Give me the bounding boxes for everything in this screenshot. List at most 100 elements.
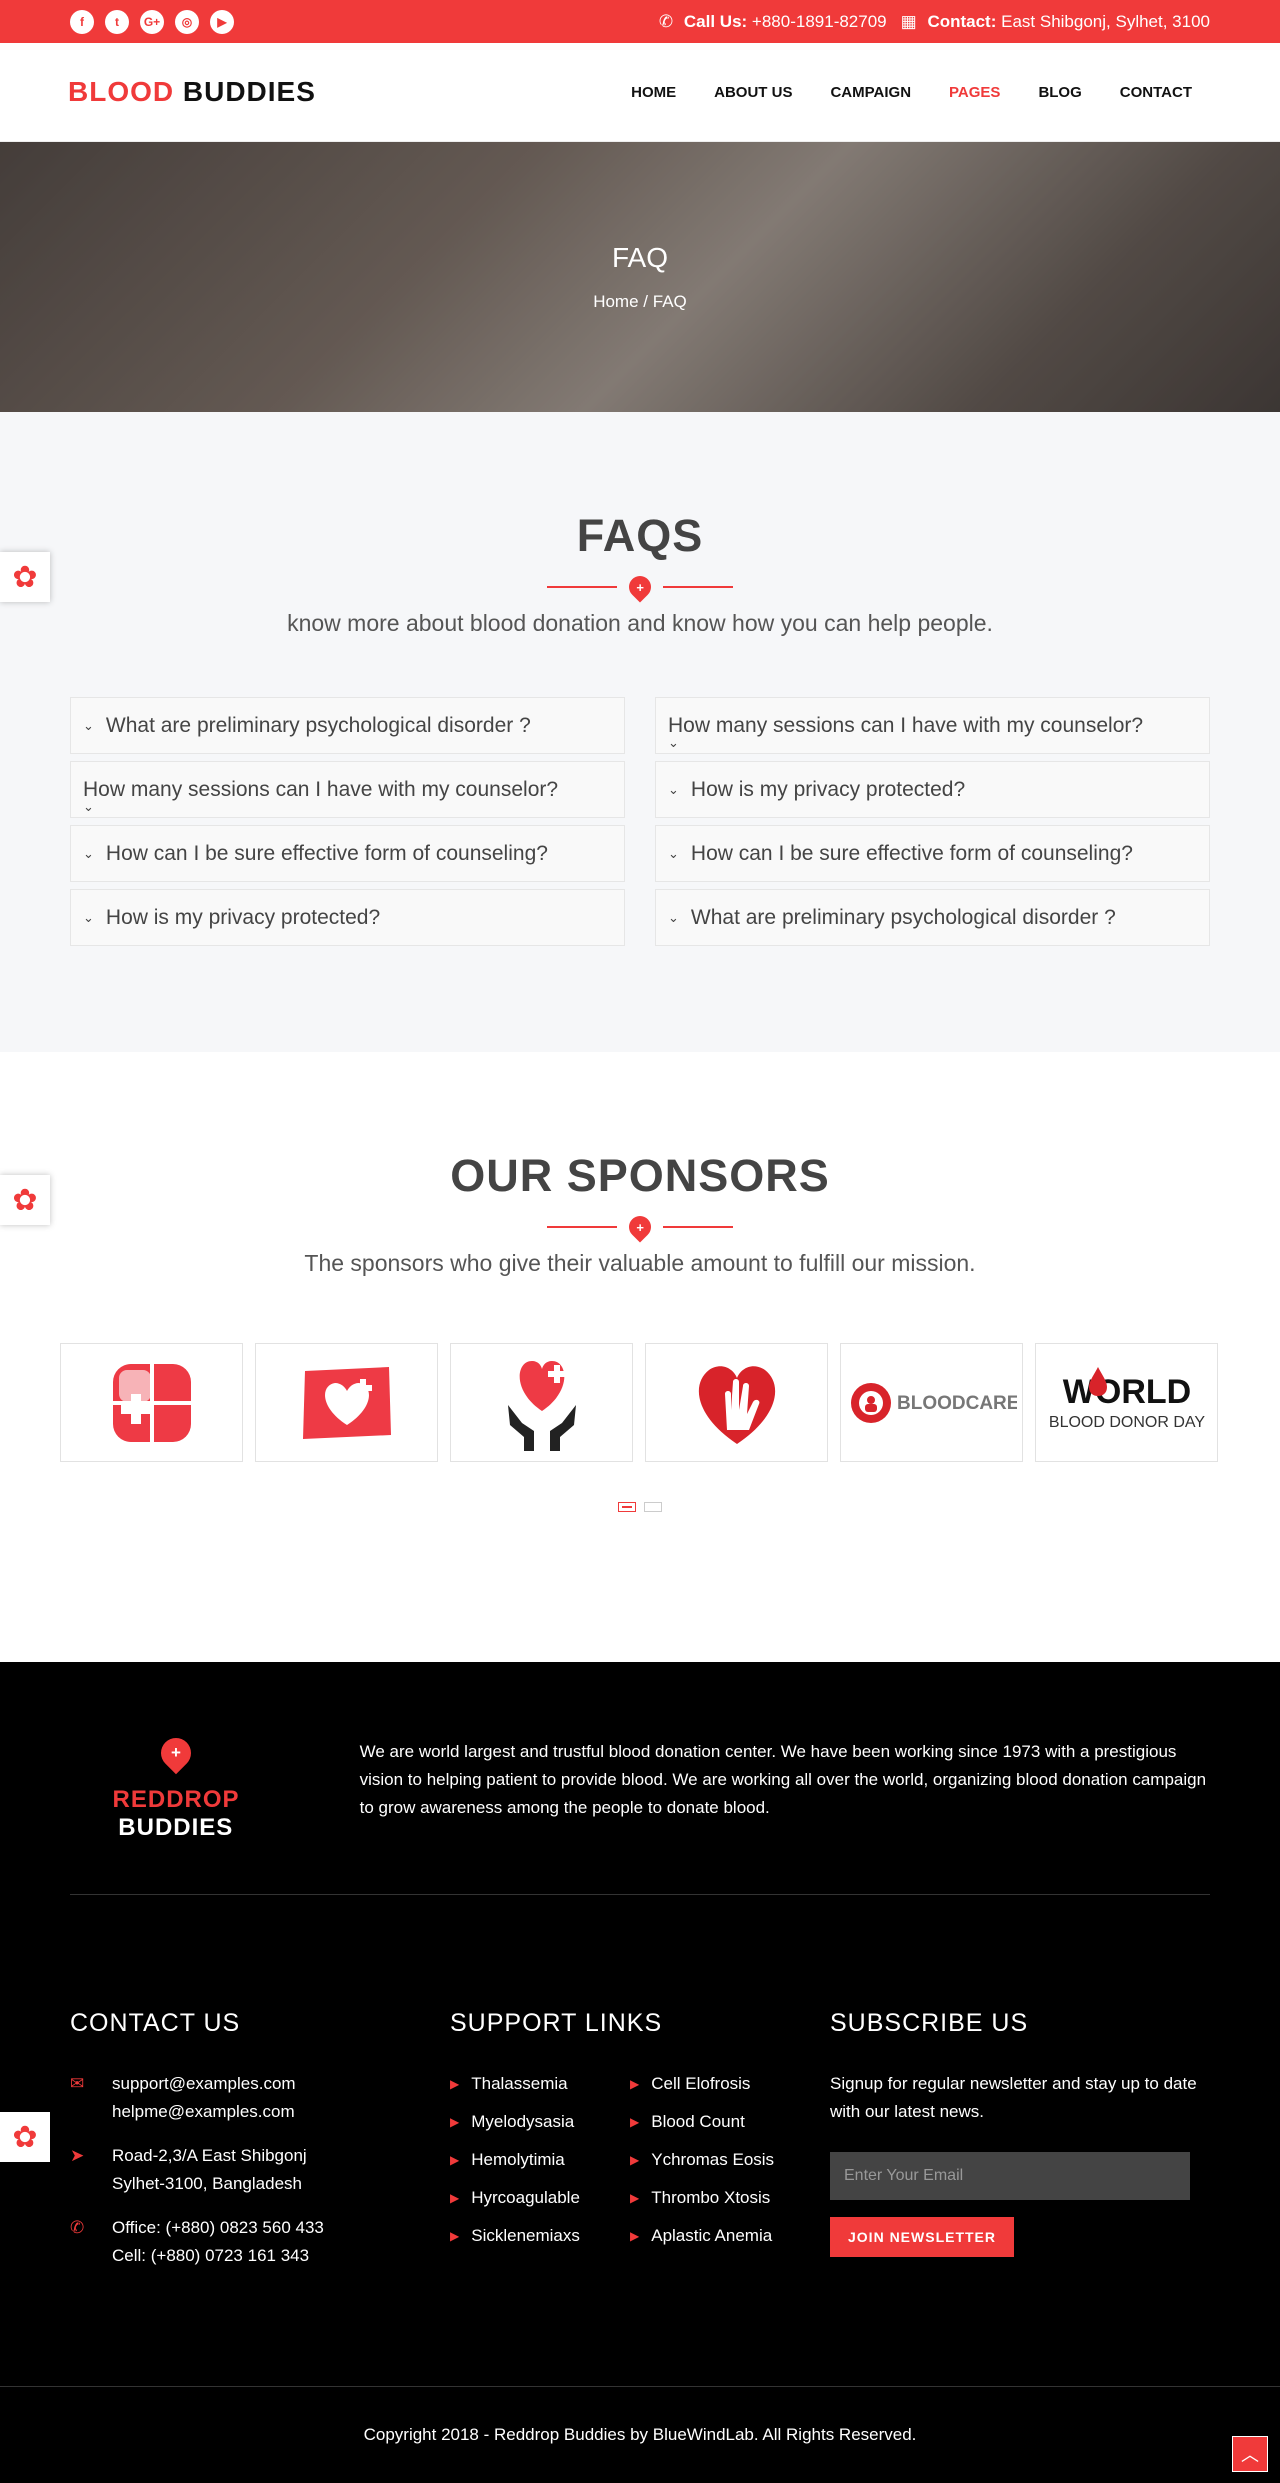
caret-right-icon: ▶ [630,2153,640,2167]
nav-campaign[interactable]: CAMPAIGN [830,84,911,101]
top-bar: f t G+ ◎ ▶ ✆ Call Us: +880-1891-82709 ▦ … [0,0,1280,43]
sponsor-logo-heart-hand[interactable] [645,1343,828,1462]
faq-question: What are preliminary psychological disor… [690,905,1116,929]
footer-subscribe-column: SUBSCRIBE US Signup for regular newslett… [830,2009,1210,2286]
footer-logo[interactable]: + REDDROP BUDDIES [70,1731,282,1842]
scroll-to-top-button[interactable]: ︿ [1232,2436,1268,2472]
support-link[interactable]: ▶ Sicklenemiaxs [450,2222,630,2250]
blood-drop-icon: + [624,1211,656,1243]
join-newsletter-button[interactable]: JOIN NEWSLETTER [830,2217,1015,2257]
support-link[interactable]: ▶ Hemolytimia [450,2146,630,2174]
site-header: BLOOD BUDDIES HOME ABOUT US CAMPAIGN PAG… [0,43,1280,142]
chevron-down-icon: ⌄ [83,799,94,814]
caret-right-icon: ▶ [450,2115,460,2129]
footer-logo-text-red: REDDROP [112,1786,240,1813]
building-icon: ▦ [900,11,917,31]
facebook-icon[interactable]: f [70,9,94,34]
faq-title: FAQS [576,510,704,561]
nav-blog[interactable]: BLOG [1038,84,1081,101]
faq-item[interactable]: ⌄ How can I be sure effective form of co… [70,825,625,882]
faq-column-left: ⌄ What are preliminary psychological dis… [70,697,625,946]
copyright-text: Copyright 2018 - Reddrop Buddies by Blue… [363,2425,917,2444]
support-link[interactable]: ▶ Thrombo Xtosis [630,2184,810,2212]
flower-icon: ✿ [12,2120,38,2154]
contact-value: East Shibgonj, Sylhet, 3100 [1001,11,1210,31]
faq-question: How can I be sure effective form of coun… [690,841,1133,865]
sponsors-title: OUR SPONSORS [450,1150,830,1201]
caret-right-icon: ▶ [450,2153,460,2167]
carousel-dot[interactable] [644,1502,662,1512]
support-link[interactable]: ▶ Cell Elofrosis [630,2070,810,2098]
chevron-down-icon: ⌄ [668,735,679,750]
world-text: WORLD [1062,1373,1190,1411]
faq-question: How many sessions can I have with my cou… [83,777,559,801]
faq-question: How many sessions can I have with my cou… [668,713,1144,737]
chevron-down-icon: ⌄ [83,717,94,733]
nav-pages[interactable]: PAGES [949,84,1000,101]
support-link[interactable]: ▶ Hyrcoagulable [450,2184,630,2212]
chevron-down-icon: ⌄ [668,845,679,861]
email-line[interactable]: helpme@examples.com [112,2098,296,2126]
call-value: +880-1891-82709 [751,11,887,31]
faq-item[interactable]: ⌄ How can I be sure effective form of co… [655,825,1210,882]
address-line: Road-2,3/A East Shibgonj [112,2146,307,2165]
footer-about-text: We are world largest and trustful blood … [359,1742,1207,1817]
faq-item[interactable]: ⌄ How is my privacy protected? [70,889,625,946]
faq-item[interactable]: ⌄ What are preliminary psychological dis… [70,697,625,754]
support-link[interactable]: ▶ Ychromas Eosis [630,2146,810,2174]
page-title: FAQ [611,242,668,273]
breadcrumb-home[interactable]: Home [593,292,638,311]
side-settings-widget[interactable]: ✿ [0,552,50,602]
sponsor-carousel: BLOODCARE WORLD BLOOD DONOR DAY [60,1343,1220,1462]
twitter-icon[interactable]: t [105,9,129,34]
faq-item[interactable]: How many sessions can I have with my cou… [70,761,625,818]
sponsors-subtitle: The sponsors who give their valuable amo… [304,1250,976,1276]
caret-right-icon: ▶ [630,2115,640,2129]
instagram-icon[interactable]: ◎ [175,9,199,34]
faq-item[interactable]: ⌄ How is my privacy protected? [655,761,1210,818]
call-label: Call Us: [683,11,748,31]
support-links-list: ▶ Thalassemia ▶ Cell Elofrosis ▶ Myelodysas… [450,2070,830,2250]
site-logo[interactable]: BLOOD BUDDIES [68,76,316,108]
carousel-dot-active[interactable] [618,1502,636,1512]
donor-day-text: BLOOD DONOR DAY [1048,1414,1205,1431]
support-link[interactable]: ▶ Myelodysasia [450,2108,630,2136]
faq-accordion: ⌄ What are preliminary psychological dis… [70,697,1210,946]
sponsor-logo-world-blood-donor-day[interactable]: WORLD BLOOD DONOR DAY [1035,1343,1218,1462]
sponsor-logo-bloodcare[interactable]: BLOODCARE [840,1343,1023,1462]
side-settings-widget[interactable]: ✿ [0,2112,50,2162]
faq-item[interactable]: How many sessions can I have with my cou… [655,697,1210,754]
side-settings-widget[interactable]: ✿ [0,1175,50,1225]
email-line[interactable]: support@examples.com [112,2070,296,2098]
support-link[interactable]: ▶ Thalassemia [450,2070,630,2098]
caret-right-icon: ▶ [450,2191,460,2205]
chevron-up-icon: ︿ [1241,2445,1259,2465]
youtube-icon[interactable]: ▶ [210,9,234,34]
social-links: f t G+ ◎ ▶ [70,9,234,34]
flower-icon: ✿ [12,560,38,594]
nav-contact[interactable]: CONTACT [1120,84,1192,101]
faq-item[interactable]: ⌄ What are preliminary psychological dis… [655,889,1210,946]
support-link[interactable]: ▶ Aplastic Anemia [630,2222,810,2250]
google-plus-icon[interactable]: G+ [140,9,164,34]
caret-right-icon: ▶ [450,2077,460,2091]
blood-drop-icon: + [624,571,656,603]
flower-icon: ✿ [12,1183,38,1217]
newsletter-email-input[interactable] [830,2152,1190,2200]
subscribe-text: Signup for regular newsletter and stay u… [830,2074,1197,2121]
footer-contact-column: CONTACT US ✉ support@examples.com helpme… [70,2009,450,2286]
contact-label: Contact: [927,11,997,31]
sponsor-logo-medical-cross[interactable] [60,1343,243,1462]
contact-us-heading: CONTACT US [70,2009,241,2037]
sponsor-logo-heart-brush[interactable] [255,1343,438,1462]
faq-column-right: How many sessions can I have with my cou… [655,697,1210,946]
footer-logo-text-white: BUDDIES [118,1814,234,1841]
sponsor-logo-hands-heart[interactable] [450,1343,633,1462]
support-link[interactable]: ▶ Blood Count [630,2108,810,2136]
breadcrumb-current: FAQ [652,292,687,311]
nav-home[interactable]: HOME [631,84,676,101]
nav-about-us[interactable]: ABOUT US [714,84,792,101]
blood-drop-icon: + [154,1731,198,1775]
address-info: ▦ Contact: East Shibgonj, Sylhet, 3100 [901,12,1210,32]
chevron-down-icon: ⌄ [83,909,94,925]
